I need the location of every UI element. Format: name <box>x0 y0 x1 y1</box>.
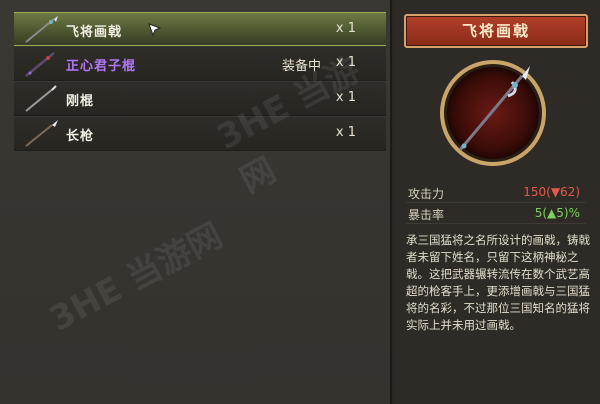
stat-value: 5(▲5)% <box>534 206 580 220</box>
stat-label: 攻击力 <box>408 187 445 201</box>
weapon-count: x 1 <box>335 21 356 36</box>
stat-row-attack: 攻击力 150(▼62) <box>406 182 586 203</box>
stat-value: 150(▼62) <box>523 185 580 199</box>
weapon-name: 飞将画戟 <box>66 25 123 40</box>
item-title: 飞将画戟 <box>404 14 588 48</box>
weapon-row-ganggun[interactable]: 刚棍 x 1 <box>14 82 386 116</box>
inventory-panel: 飞将画戟 x 1 正心君子棍 装备中 x 1 刚棍 x 1 长枪 x 1 当游网… <box>0 0 392 404</box>
detail-panel: 飞将画戟 攻击力 150(▼62) 暴击率 5(▲5)% 承三国猛将之名所设计的… <box>394 0 600 404</box>
weapon-name: 长枪 <box>66 129 95 144</box>
item-description: 承三国猛将之名所设计的画戟，铸戟者未留下姓名，只留下这柄神秘之戟。这把武器辗转流… <box>406 233 590 332</box>
weapon-count: x 1 <box>335 55 356 70</box>
weapon-count: x 1 <box>335 90 356 105</box>
weapon-list: 飞将画戟 x 1 正心君子棍 装备中 x 1 刚棍 x 1 长枪 x 1 <box>14 12 386 152</box>
item-portrait <box>440 60 546 166</box>
weapon-row-zhengxin-junzigun[interactable]: 正心君子棍 装备中 x 1 <box>14 47 386 81</box>
equipped-label: 装备中 <box>282 59 322 74</box>
weapon-count: x 1 <box>335 125 356 140</box>
stats-table: 攻击力 150(▼62) 暴击率 5(▲5)% <box>406 182 586 224</box>
staff-icon <box>25 52 55 77</box>
halberd-icon <box>25 16 58 43</box>
weapon-row-changqiang[interactable]: 长枪 x 1 <box>14 117 386 151</box>
spear-icon <box>25 120 58 147</box>
stat-row-crit: 暴击率 5(▲5)% <box>406 203 586 224</box>
stat-label: 暴击率 <box>408 208 445 222</box>
weapon-row-feijiang-huaji[interactable]: 飞将画戟 x 1 <box>14 12 386 46</box>
cursor-arrow-icon <box>148 23 162 37</box>
weapon-name: 刚棍 <box>66 94 95 109</box>
watermark: 3HE 当游网 <box>43 215 230 340</box>
weapon-name: 正心君子棍 <box>66 59 137 74</box>
staff-icon <box>25 85 57 112</box>
